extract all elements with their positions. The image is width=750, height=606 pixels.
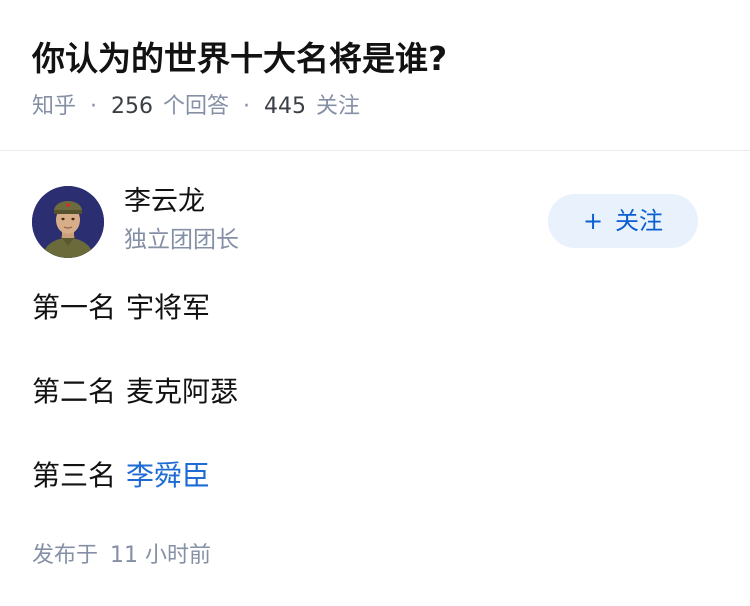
answer-count-label: 个回答 — [163, 94, 230, 119]
source-label[interactable]: 知乎 — [32, 94, 76, 119]
question-header: 你认为的世界十大名将是谁? 知乎 · 256 个回答 · 445 关注 — [32, 34, 718, 124]
rank-label: 第二名 — [32, 375, 117, 408]
question-title[interactable]: 你认为的世界十大名将是谁? — [32, 34, 718, 84]
author-name[interactable]: 李云龙 — [124, 184, 205, 220]
follow-button[interactable]: + 关注 — [548, 194, 698, 248]
posted-time-value: 11 小时前 — [110, 543, 212, 568]
answer-paragraph: 第一名 宇将军 — [32, 288, 718, 328]
posted-label: 发布于 — [32, 543, 99, 568]
follow-button-label: 关注 — [615, 207, 664, 235]
author-bio: 独立团团长 — [124, 227, 239, 253]
follower-count: 445 — [264, 94, 307, 119]
answer-paragraph: 第三名 李舜臣 — [32, 456, 718, 496]
header-divider — [0, 150, 750, 151]
rank-label: 第三名 — [32, 459, 117, 492]
answer-paragraph: 第二名 麦克阿瑟 — [32, 372, 718, 412]
rank-label: 第一名 — [32, 291, 117, 324]
answer-page: 你认为的世界十大名将是谁? 知乎 · 256 个回答 · 445 关注 李云龙 独立团团长 — [0, 0, 750, 606]
separator-dot: · — [90, 94, 98, 119]
general-name: 宇将军 — [126, 291, 211, 324]
general-name: 麦克阿瑟 — [126, 375, 239, 408]
answer-count: 256 — [111, 94, 154, 119]
soldier-avatar-icon[interactable] — [32, 186, 104, 258]
plus-icon: + — [582, 207, 604, 235]
separator-dot: · — [243, 94, 251, 119]
question-meta: 知乎 · 256 个回答 · 445 关注 — [32, 90, 718, 124]
answer-content: 第一名 宇将军 第二名 麦克阿瑟 第三名 李舜臣 — [32, 288, 718, 540]
author-row: 李云龙 独立团团长 + 关注 — [32, 186, 718, 258]
posted-time: 发布于 11 小时前 — [32, 539, 211, 573]
follower-count-label: 关注 — [316, 94, 361, 119]
general-name-link[interactable]: 李舜臣 — [126, 459, 210, 492]
